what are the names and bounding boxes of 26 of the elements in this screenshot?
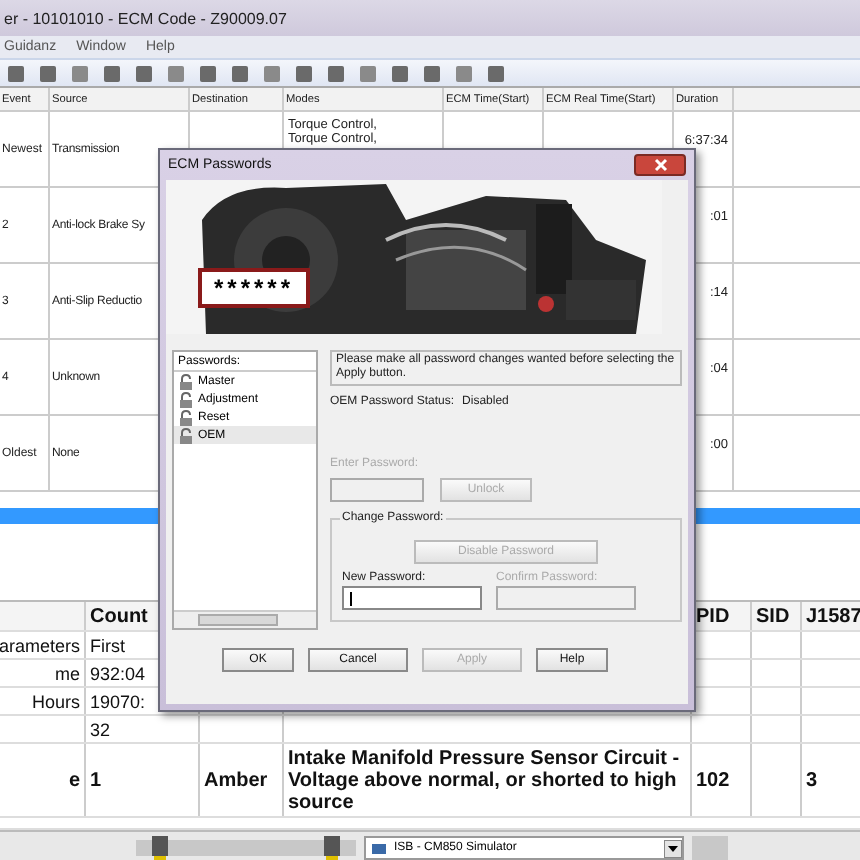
column-header[interactable]: SID (756, 605, 790, 627)
close-icon (653, 158, 667, 172)
table-cell: arameters (0, 635, 80, 655)
table-cell: me (54, 663, 80, 683)
table-cell: Hours (31, 691, 80, 711)
column-header[interactable]: J1587 (806, 605, 860, 627)
close-button[interactable] (634, 154, 686, 176)
table-cell: e (68, 769, 80, 791)
input-field[interactable] (342, 586, 482, 610)
device-icon (370, 839, 388, 857)
status-panel (692, 836, 728, 860)
table-cell: 32 (90, 719, 111, 739)
table-cell: First (90, 635, 125, 655)
table-cell: Amber (204, 769, 268, 791)
table-cell: 102 (696, 769, 730, 791)
table-cell: 3 (806, 769, 818, 791)
window-title: er - 10101010 - ECM Code - Z90009.07 (4, 9, 287, 27)
table-cell: 19070: (90, 691, 146, 711)
masked-password: ****** (198, 268, 311, 308)
column-header[interactable]: Count (90, 605, 148, 627)
horizontal-scrollbar[interactable] (174, 610, 316, 628)
table-cell: 932:04 (90, 663, 146, 683)
dropdown-arrow-icon[interactable] (664, 839, 682, 857)
table-cell: 1 (90, 769, 102, 791)
column-header[interactable]: PID (696, 605, 730, 627)
table-cell-text: Intake Manifold Pressure Sensor Circuit - Voltage above normal, or shorted to high source (288, 747, 682, 813)
